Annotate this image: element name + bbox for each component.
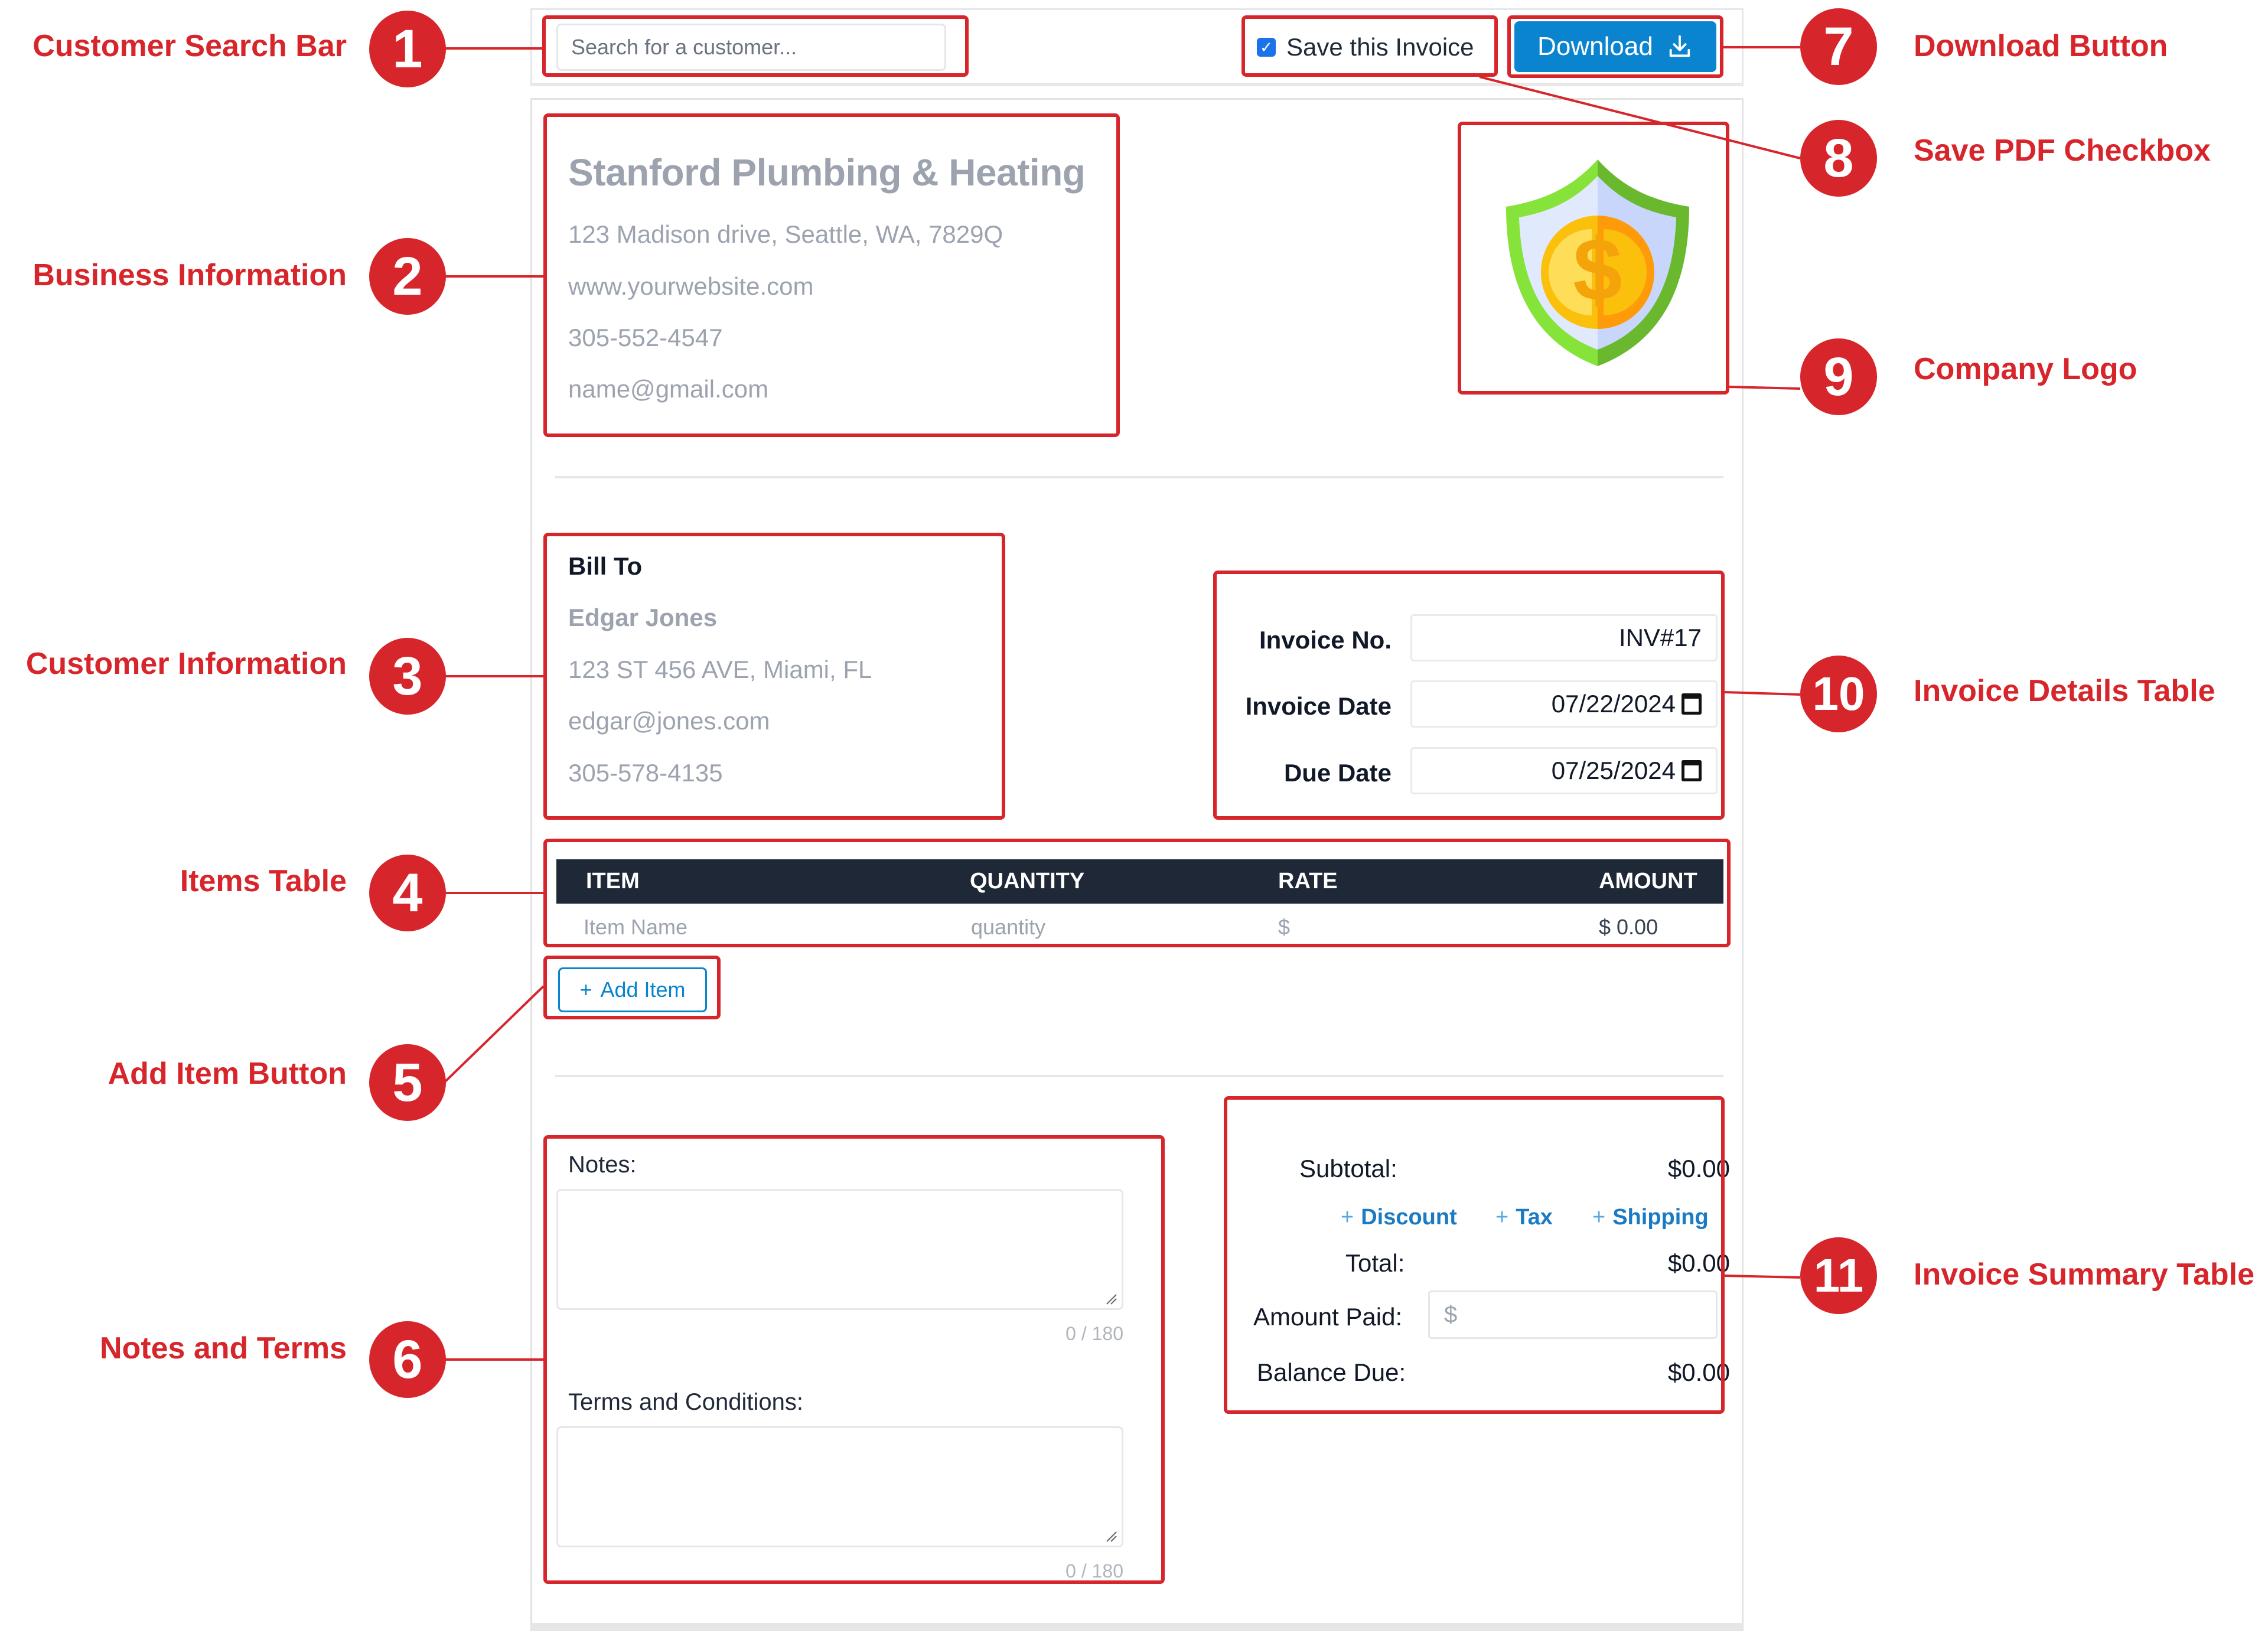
terms-textarea[interactable] <box>556 1426 1123 1547</box>
column-header-item: ITEM <box>586 869 640 894</box>
item-amount: $ 0.00 <box>1599 915 1658 939</box>
amount-paid-label: Amount Paid: <box>1253 1303 1403 1331</box>
due-date-label: Due Date <box>1283 759 1392 787</box>
checkbox-checked-icon[interactable]: ✓ <box>1257 38 1276 57</box>
balance-due-label: Balance Due: <box>1257 1358 1406 1386</box>
customer-search-input[interactable] <box>556 24 946 71</box>
annotation-label-8: Save PDF Checkbox <box>1914 133 2211 168</box>
add-tax-link[interactable]: + Tax <box>1495 1205 1553 1230</box>
plus-icon: + <box>1592 1205 1606 1230</box>
due-date-value: 07/25/2024 <box>1551 757 1676 784</box>
annotation-label-11: Invoice Summary Table <box>1914 1257 2255 1292</box>
customer-address[interactable]: 123 ST 456 AVE, Miami, FL <box>568 656 872 684</box>
annotation-badge-4: 4 <box>369 855 446 931</box>
annotation-label-5: Add Item Button <box>107 1057 347 1091</box>
notes-textarea[interactable] <box>556 1189 1123 1310</box>
business-address[interactable]: 123 Madison drive, Seattle, WA, 7829Q <box>568 220 1003 249</box>
annotation-badge-2: 2 <box>369 238 446 315</box>
download-button[interactable]: Download <box>1514 21 1716 72</box>
shield-dollar-icon: $ <box>1506 159 1689 366</box>
add-item-label: Add Item <box>600 977 686 1002</box>
invoice-number-value: INV#17 <box>1618 624 1702 651</box>
plus-icon: + <box>1341 1205 1354 1230</box>
balance-due-value: $0.00 <box>1667 1358 1730 1386</box>
annotation-label-6: Notes and Terms <box>99 1331 347 1365</box>
bill-to-title: Bill To <box>568 552 643 580</box>
terms-char-counter: 0 / 180 <box>1065 1560 1123 1582</box>
amount-paid-input[interactable]: $ <box>1428 1290 1718 1339</box>
total-value: $0.00 <box>1667 1249 1730 1277</box>
invoice-number-input[interactable]: INV#17 <box>1410 614 1718 661</box>
svg-text:$: $ <box>1573 220 1622 319</box>
invoice-date-input[interactable]: 07/22/2024 <box>1410 680 1718 728</box>
annotation-badge-3: 3 <box>369 638 446 715</box>
notes-char-counter: 0 / 180 <box>1065 1323 1123 1344</box>
customer-email[interactable]: edgar@jones.com <box>568 707 770 735</box>
business-email[interactable]: name@gmail.com <box>568 375 768 403</box>
download-icon <box>1669 35 1690 57</box>
plus-icon: + <box>579 977 592 1002</box>
customer-phone[interactable]: 305-578-4135 <box>568 759 723 787</box>
amount-paid-placeholder: $ <box>1444 1301 1458 1328</box>
column-header-rate: RATE <box>1278 869 1338 894</box>
subtotal-label: Subtotal: <box>1299 1155 1397 1182</box>
annotation-label-10: Invoice Details Table <box>1914 674 2215 708</box>
invoice-date-value: 07/22/2024 <box>1551 690 1676 718</box>
annotation-badge-1: 1 <box>369 11 446 87</box>
resize-grip-icon[interactable] <box>1104 1292 1117 1305</box>
annotation-badge-9: 9 <box>1800 338 1877 415</box>
annotation-label-3: Customer Information <box>25 647 347 681</box>
business-name[interactable]: Stanford Plumbing & Heating <box>568 151 1086 194</box>
item-rate-input[interactable]: $ <box>1278 905 1290 949</box>
resize-grip-icon[interactable] <box>1104 1530 1117 1543</box>
item-quantity-input[interactable]: quantity <box>971 905 1045 949</box>
annotation-label-7: Download Button <box>1914 29 2168 63</box>
annotation-label-9: Company Logo <box>1914 352 2137 386</box>
customer-name[interactable]: Edgar Jones <box>568 604 717 632</box>
annotation-badge-6: 6 <box>369 1321 446 1398</box>
due-date-input[interactable]: 07/25/2024 <box>1410 747 1718 794</box>
download-label: Download <box>1537 32 1653 61</box>
shipping-link-label: Shipping <box>1612 1205 1709 1230</box>
total-label: Total: <box>1345 1249 1405 1277</box>
notes-label: Notes: <box>568 1152 637 1178</box>
subtotal-value: $0.00 <box>1667 1155 1730 1182</box>
discount-link-label: Discount <box>1361 1205 1457 1230</box>
item-name-input[interactable]: Item Name <box>584 905 687 949</box>
business-website[interactable]: www.yourwebsite.com <box>568 272 813 301</box>
annotation-badge-7: 7 <box>1800 8 1877 85</box>
annotation-label-4: Items Table <box>180 864 347 898</box>
invoice-number-label: Invoice No. <box>1259 626 1392 654</box>
add-item-button[interactable]: + Add Item <box>558 967 707 1012</box>
column-header-amount: AMOUNT <box>1599 869 1697 894</box>
tax-link-label: Tax <box>1516 1205 1553 1230</box>
annotation-badge-8: 8 <box>1800 120 1877 197</box>
company-logo[interactable]: $ <box>1477 142 1719 384</box>
invoice-date-label: Invoice Date <box>1245 692 1392 720</box>
save-invoice-label: Save this Invoice <box>1286 33 1474 61</box>
section-divider <box>555 1075 1723 1077</box>
table-row: Item Name quantity $ $ 0.00 <box>556 905 1723 949</box>
save-invoice-checkbox[interactable]: ✓ Save this Invoice <box>1257 25 1474 70</box>
business-phone[interactable]: 305-552-4547 <box>568 324 723 352</box>
add-shipping-link[interactable]: + Shipping <box>1592 1205 1709 1230</box>
calendar-icon[interactable] <box>1682 693 1702 715</box>
terms-label: Terms and Conditions: <box>568 1389 803 1415</box>
annotation-badge-5: 5 <box>369 1044 446 1121</box>
annotation-badge-10: 10 <box>1800 656 1877 732</box>
column-header-quantity: QUANTITY <box>970 869 1085 894</box>
section-divider <box>555 476 1723 478</box>
plus-icon: + <box>1495 1205 1509 1230</box>
annotation-badge-11: 11 <box>1800 1237 1877 1314</box>
calendar-icon[interactable] <box>1682 760 1702 781</box>
add-discount-link[interactable]: + Discount <box>1341 1205 1457 1230</box>
annotation-label-2: Business Information <box>32 258 347 292</box>
business-info: Stanford Plumbing & Heating 123 Madison … <box>568 151 1086 403</box>
annotation-label-1: Customer Search Bar <box>32 29 347 63</box>
items-table-header: ITEM QUANTITY RATE AMOUNT <box>556 859 1723 904</box>
